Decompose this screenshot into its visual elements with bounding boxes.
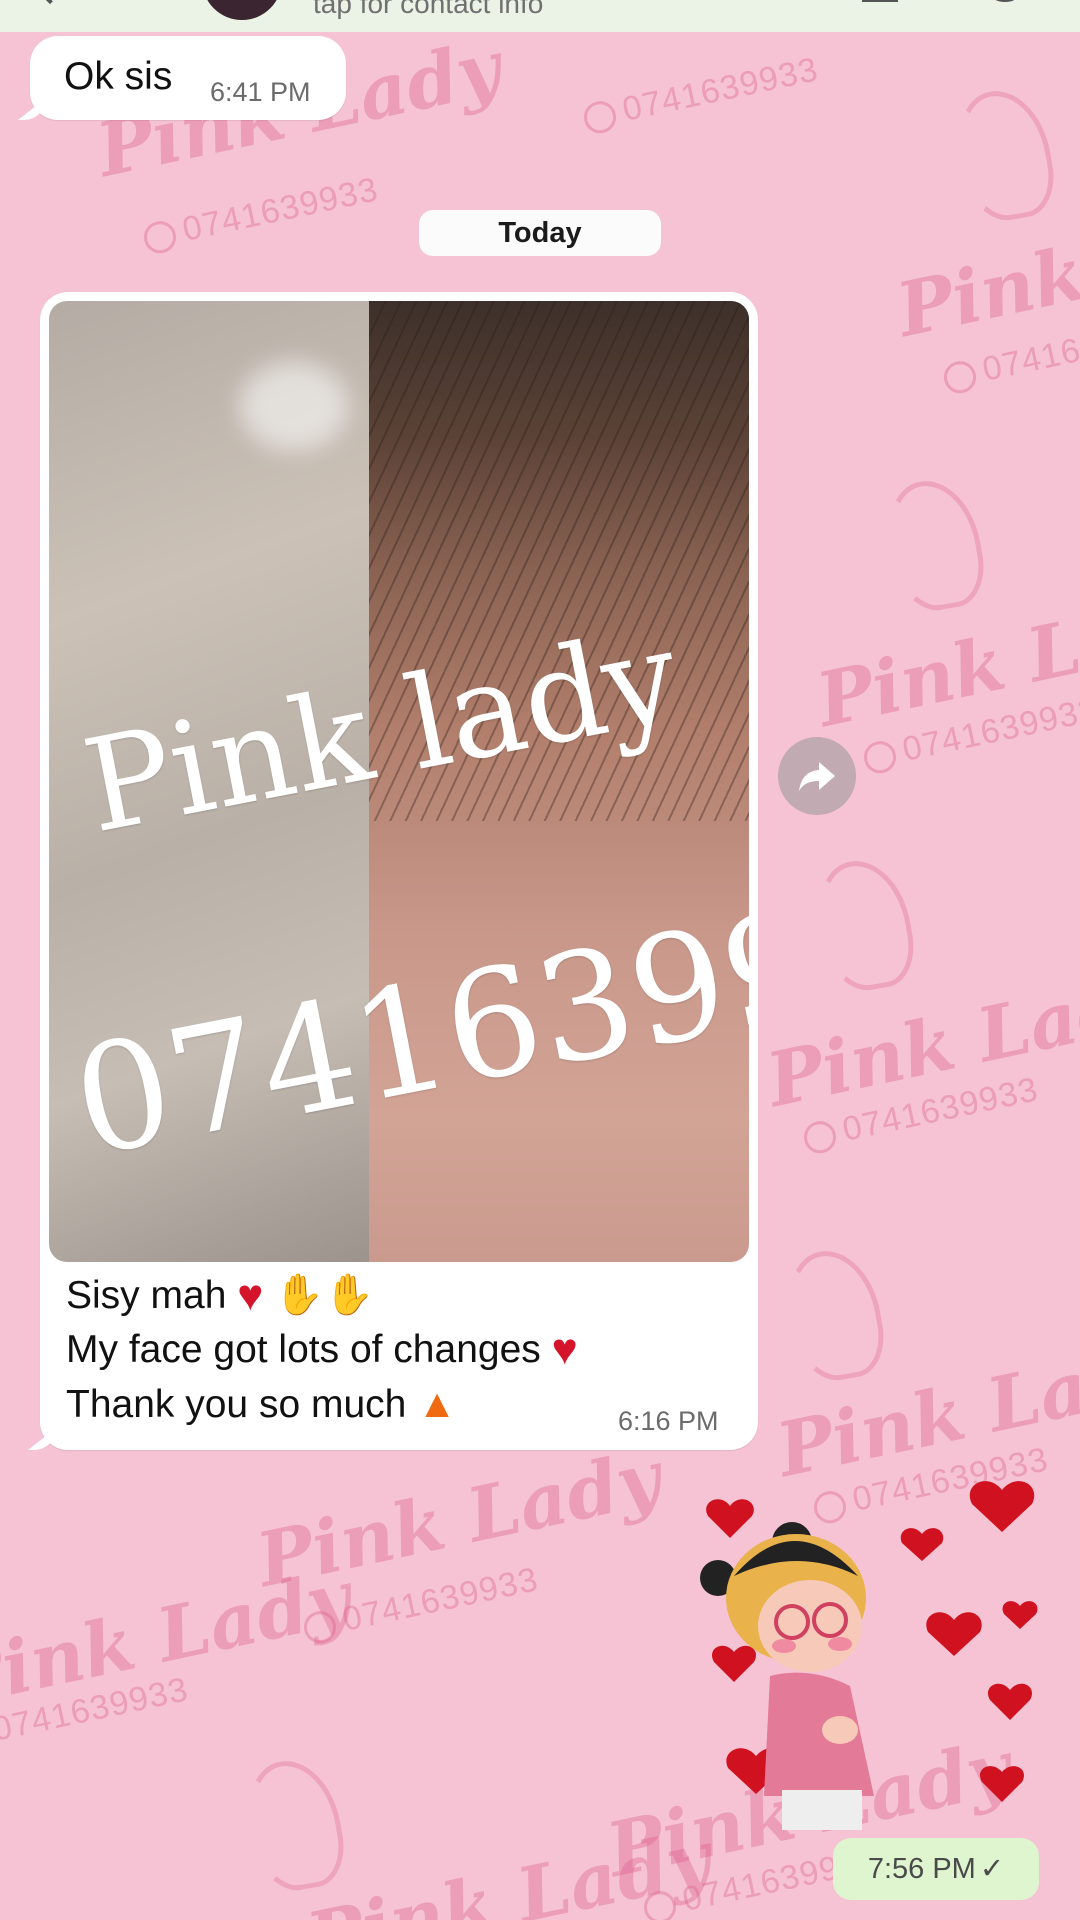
wallpaper-phone-watermark: 0741639933 — [580, 50, 822, 138]
caption-line-text: My face got lots of changes — [66, 1328, 541, 1371]
red-heart-icon: ♥ — [551, 1325, 578, 1374]
caption-line: Thank you so much ▲ — [66, 1377, 578, 1432]
sent-message-status: 7:56 PM ✓ — [833, 1838, 1039, 1900]
sent-check-icon: ✓ — [979, 1853, 1005, 1885]
lady-logo-icon — [809, 853, 921, 997]
wallpaper-phone-watermark: 0741639933 — [140, 170, 382, 258]
wallpaper-brand-watermark: Pink Lady — [300, 1814, 719, 1920]
incoming-photo-message[interactable]: Pink lady 0741639933 Sisy mah ♥ ✋✋ My fa… — [40, 292, 758, 1450]
message-time: 7:56 PM — [867, 1853, 976, 1885]
contact-avatar[interactable] — [202, 0, 282, 20]
message-text: Ok sis — [64, 55, 173, 98]
red-heart-icon: ♥ — [237, 1271, 264, 1320]
video-call-icon[interactable] — [862, 0, 898, 2]
fire-icon: ▲ — [417, 1382, 457, 1426]
message-time: 6:16 PM — [618, 1406, 719, 1436]
date-divider: Today — [419, 210, 661, 256]
back-arrow-icon[interactable] — [35, 0, 65, 5]
before-after-photo[interactable]: Pink lady 0741639933 — [49, 301, 749, 1262]
caption-line: My face got lots of changes ♥ — [66, 1323, 578, 1377]
character-sticker-icon — [700, 1481, 1038, 1830]
photo-caption: Sisy mah ♥ ✋✋ My face got lots of change… — [66, 1268, 578, 1432]
forward-button[interactable] — [778, 737, 856, 815]
caption-line-text: Thank you so much — [66, 1383, 407, 1426]
lady-logo-icon — [239, 1753, 351, 1897]
message-time: 6:41 PM — [210, 77, 311, 107]
lady-logo-icon — [779, 1243, 891, 1387]
lady-logo-icon — [879, 473, 991, 617]
raising-hands-icon: ✋✋ — [274, 1273, 374, 1317]
incoming-message[interactable]: Ok sis 6:41 PM — [30, 36, 346, 120]
forward-arrow-icon — [799, 762, 835, 791]
love-sticker[interactable] — [700, 1480, 1060, 1860]
chat-header[interactable]: tap for contact info — [0, 0, 1080, 32]
voice-call-icon[interactable] — [990, 0, 1020, 2]
lady-logo-icon — [949, 83, 1061, 227]
caption-line-text: Sisy mah — [66, 1274, 227, 1317]
contact-info-hint[interactable]: tap for contact info — [313, 0, 543, 20]
caption-line: Sisy mah ♥ ✋✋ — [66, 1268, 578, 1323]
